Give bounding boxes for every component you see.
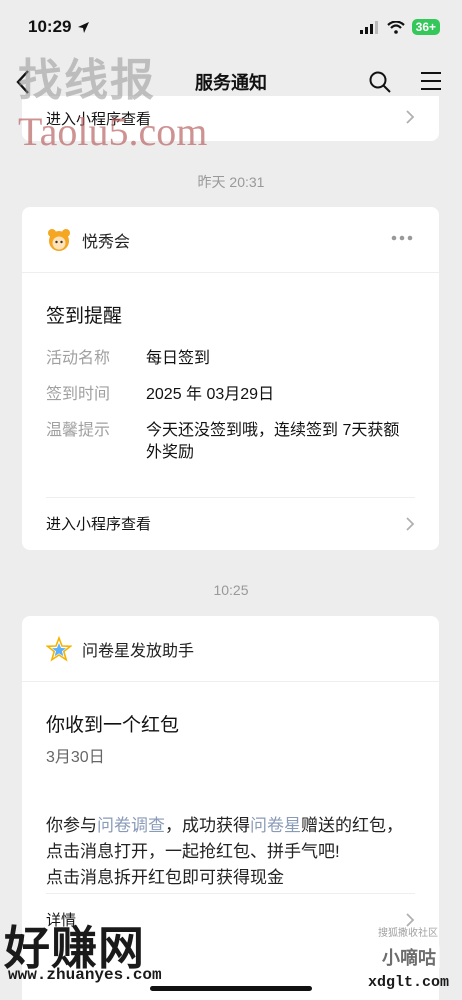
highlight-text: 问卷星 xyxy=(250,816,301,835)
details-link[interactable]: 详情 xyxy=(46,909,76,930)
star-logo-icon xyxy=(46,635,72,662)
info-label: 温馨提示 xyxy=(46,422,111,439)
chevron-right-icon xyxy=(406,516,415,531)
yuexiuhui-logo-icon xyxy=(48,228,70,251)
info-value: 2025 年 03月29日 xyxy=(146,386,275,403)
card-header: 问卷星发放助手 xyxy=(22,616,439,682)
status-time: 10:29 xyxy=(28,17,72,36)
status-time-group: 10:29 xyxy=(28,17,90,37)
timestamp-separator: 昨天 20:31 xyxy=(197,174,265,190)
message-title: 签到提醒 xyxy=(46,306,123,327)
card-header: 悦秀会 xyxy=(22,207,439,273)
info-row: 签到时间 2025 年 03月29日 xyxy=(46,384,415,406)
status-icons: 36+ xyxy=(359,19,440,35)
wifi-icon xyxy=(386,20,405,34)
info-row: 活动名称 每日签到 xyxy=(46,348,415,370)
previous-card-link[interactable]: 进入小程序查看 xyxy=(22,96,439,141)
search-icon[interactable] xyxy=(368,70,392,94)
open-miniprogram-row[interactable]: 进入小程序查看 xyxy=(46,497,415,549)
more-dots-icon[interactable] xyxy=(391,235,413,241)
signal-icon xyxy=(359,20,378,34)
app-name: 悦秀会 xyxy=(82,233,131,251)
message-title: 你收到一个红包 xyxy=(46,715,180,736)
timestamp-separator: 10:25 xyxy=(213,582,249,598)
home-indicator[interactable] xyxy=(150,986,312,991)
menu-icon[interactable] xyxy=(420,71,442,91)
notification-card-signin[interactable]: 悦秀会 签到提醒 活动名称 每日签到 签到时间 2025 年 03月29日 温馨… xyxy=(22,207,439,550)
status-bar: 10:29 36+ xyxy=(0,0,462,54)
highlight-text: 问卷调查 xyxy=(97,816,165,835)
info-label: 签到时间 xyxy=(46,386,111,403)
back-chevron-icon[interactable] xyxy=(14,68,34,96)
notification-card-redpacket[interactable]: 问卷星发放助手 你收到一个红包 3月30日 你参与问卷调查，成功获得问卷星赠送的… xyxy=(22,616,439,1000)
open-miniprogram-link[interactable]: 进入小程序查看 xyxy=(46,108,151,129)
info-list: 活动名称 每日签到 签到时间 2025 年 03月29日 温馨提示 今天还没签到… xyxy=(22,348,439,464)
body-text: ，成功获得 xyxy=(165,816,250,835)
body-text: 你参与 xyxy=(46,816,97,835)
chevron-right-icon xyxy=(405,109,415,129)
location-arrow-icon xyxy=(78,21,90,33)
message-date: 3月30日 xyxy=(46,749,105,766)
info-value: 今天还没签到哦，连续签到 7天获额外奖励 xyxy=(146,422,400,461)
body-text: 点击消息拆开红包即可获得现金 xyxy=(46,868,284,887)
battery-indicator: 36+ xyxy=(411,19,440,35)
open-miniprogram-link[interactable]: 进入小程序查看 xyxy=(46,513,151,534)
info-value: 每日签到 xyxy=(146,350,211,367)
chevron-right-icon xyxy=(406,912,415,927)
info-label: 活动名称 xyxy=(46,350,111,367)
details-row[interactable]: 详情 xyxy=(46,893,415,945)
app-name: 问卷星发放助手 xyxy=(82,642,195,660)
info-row: 温馨提示 今天还没签到哦，连续签到 7天获额外奖励 xyxy=(46,420,415,464)
message-body: 你参与问卷调查，成功获得问卷星赠送的红包，点击消息打开，一起抢红包、拼手气吧! … xyxy=(46,813,415,891)
page-title: 服务通知 xyxy=(195,73,267,93)
